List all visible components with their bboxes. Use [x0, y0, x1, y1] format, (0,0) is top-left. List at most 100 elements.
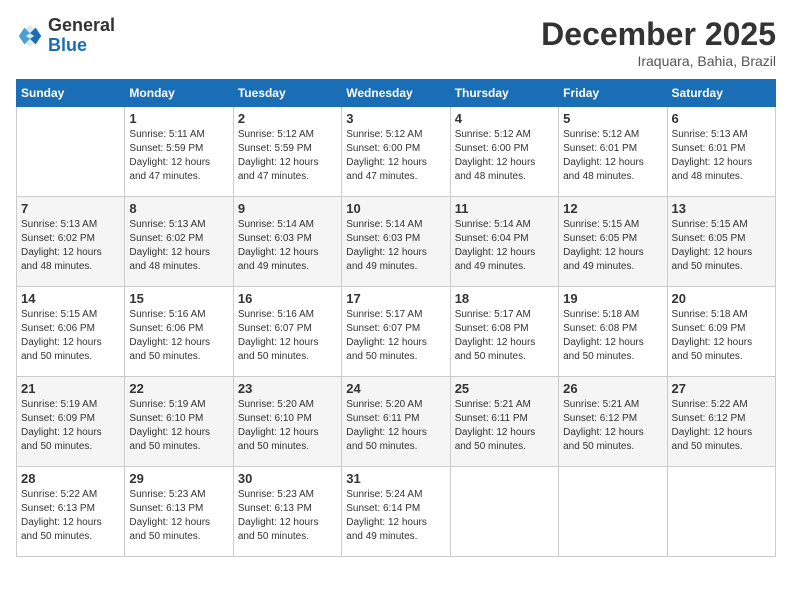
calendar-cell: 28 Sunrise: 5:22 AM Sunset: 6:13 PM Dayli… [17, 467, 125, 557]
calendar-cell: 27 Sunrise: 5:22 AM Sunset: 6:12 PM Dayli… [667, 377, 775, 467]
calendar-cell: 20 Sunrise: 5:18 AM Sunset: 6:09 PM Dayli… [667, 287, 775, 377]
day-number: 14 [21, 291, 120, 306]
day-number: 10 [346, 201, 445, 216]
day-info: Sunrise: 5:12 AM Sunset: 6:01 PM Dayligh… [563, 128, 662, 184]
calendar-table: SundayMondayTuesdayWednesdayThursdayFrid… [16, 79, 776, 557]
day-info: Sunrise: 5:18 AM Sunset: 6:09 PM Dayligh… [672, 308, 771, 364]
day-info: Sunrise: 5:19 AM Sunset: 6:10 PM Dayligh… [129, 398, 228, 454]
calendar-cell: 16 Sunrise: 5:16 AM Sunset: 6:07 PM Dayli… [233, 287, 341, 377]
calendar-week-row: 28 Sunrise: 5:22 AM Sunset: 6:13 PM Dayli… [17, 467, 776, 557]
day-number: 29 [129, 471, 228, 486]
day-number: 21 [21, 381, 120, 396]
day-info: Sunrise: 5:12 AM Sunset: 6:00 PM Dayligh… [455, 128, 554, 184]
calendar-cell: 23 Sunrise: 5:20 AM Sunset: 6:10 PM Dayli… [233, 377, 341, 467]
day-number: 30 [238, 471, 337, 486]
day-info: Sunrise: 5:16 AM Sunset: 6:07 PM Dayligh… [238, 308, 337, 364]
calendar-cell: 5Sunrise: 5:12 AM Sunset: 6:01 PM Daylig… [559, 107, 667, 197]
calendar-week-row: 21 Sunrise: 5:19 AM Sunset: 6:09 PM Dayli… [17, 377, 776, 467]
day-info: Sunrise: 5:13 AM Sunset: 6:01 PM Dayligh… [672, 128, 771, 184]
calendar-cell: 26 Sunrise: 5:21 AM Sunset: 6:12 PM Dayli… [559, 377, 667, 467]
calendar-cell: 22 Sunrise: 5:19 AM Sunset: 6:10 PM Dayli… [125, 377, 233, 467]
day-info: Sunrise: 5:15 AM Sunset: 6:05 PM Dayligh… [563, 218, 662, 274]
day-info: Sunrise: 5:22 AM Sunset: 6:13 PM Dayligh… [21, 488, 120, 544]
day-info: Sunrise: 5:20 AM Sunset: 6:11 PM Dayligh… [346, 398, 445, 454]
calendar-cell [450, 467, 558, 557]
day-info: Sunrise: 5:20 AM Sunset: 6:10 PM Dayligh… [238, 398, 337, 454]
day-number: 18 [455, 291, 554, 306]
day-number: 31 [346, 471, 445, 486]
calendar-cell: 10 Sunrise: 5:14 AM Sunset: 6:03 PM Dayli… [342, 197, 450, 287]
calendar-cell: 11Sunrise: 5:14 AM Sunset: 6:04 PM Dayli… [450, 197, 558, 287]
day-info: Sunrise: 5:14 AM Sunset: 6:03 PM Dayligh… [238, 218, 337, 274]
day-number: 25 [455, 381, 554, 396]
calendar-cell [559, 467, 667, 557]
day-number: 3 [346, 111, 445, 126]
day-number: 16 [238, 291, 337, 306]
day-number: 13 [672, 201, 771, 216]
day-info: Sunrise: 5:23 AM Sunset: 6:13 PM Dayligh… [238, 488, 337, 544]
calendar-cell: 7Sunrise: 5:13 AM Sunset: 6:02 PM Daylig… [17, 197, 125, 287]
day-number: 26 [563, 381, 662, 396]
day-info: Sunrise: 5:24 AM Sunset: 6:14 PM Dayligh… [346, 488, 445, 544]
day-number: 20 [672, 291, 771, 306]
page-header: General Blue December 2025 Iraquara, Bah… [16, 16, 776, 69]
calendar-cell: 30 Sunrise: 5:23 AM Sunset: 6:13 PM Dayli… [233, 467, 341, 557]
calendar-cell: 4 Sunrise: 5:12 AM Sunset: 6:00 PM Daylig… [450, 107, 558, 197]
day-number: 6 [672, 111, 771, 126]
calendar-week-row: 14 Sunrise: 5:15 AM Sunset: 6:06 PM Dayli… [17, 287, 776, 377]
day-number: 17 [346, 291, 445, 306]
weekday-header-thursday: Thursday [450, 80, 558, 107]
calendar-cell: 6 Sunrise: 5:13 AM Sunset: 6:01 PM Daylig… [667, 107, 775, 197]
day-info: Sunrise: 5:22 AM Sunset: 6:12 PM Dayligh… [672, 398, 771, 454]
calendar-cell: 2Sunrise: 5:12 AM Sunset: 5:59 PM Daylig… [233, 107, 341, 197]
calendar-cell: 15 Sunrise: 5:16 AM Sunset: 6:06 PM Dayli… [125, 287, 233, 377]
day-info: Sunrise: 5:14 AM Sunset: 6:03 PM Dayligh… [346, 218, 445, 274]
weekday-header-sunday: Sunday [17, 80, 125, 107]
calendar-header-row: SundayMondayTuesdayWednesdayThursdayFrid… [17, 80, 776, 107]
calendar-cell: 21 Sunrise: 5:19 AM Sunset: 6:09 PM Dayli… [17, 377, 125, 467]
day-number: 4 [455, 111, 554, 126]
calendar-cell: 1Sunrise: 5:11 AM Sunset: 5:59 PM Daylig… [125, 107, 233, 197]
day-info: Sunrise: 5:17 AM Sunset: 6:08 PM Dayligh… [455, 308, 554, 364]
title-block: December 2025 Iraquara, Bahia, Brazil [541, 16, 776, 69]
day-number: 24 [346, 381, 445, 396]
day-info: Sunrise: 5:12 AM Sunset: 5:59 PM Dayligh… [238, 128, 337, 184]
day-info: Sunrise: 5:16 AM Sunset: 6:06 PM Dayligh… [129, 308, 228, 364]
day-info: Sunrise: 5:15 AM Sunset: 6:05 PM Dayligh… [672, 218, 771, 274]
calendar-cell: 3 Sunrise: 5:12 AM Sunset: 6:00 PM Daylig… [342, 107, 450, 197]
logo: General Blue [16, 16, 115, 56]
day-info: Sunrise: 5:23 AM Sunset: 6:13 PM Dayligh… [129, 488, 228, 544]
weekday-header-friday: Friday [559, 80, 667, 107]
calendar-cell: 9Sunrise: 5:14 AM Sunset: 6:03 PM Daylig… [233, 197, 341, 287]
day-number: 23 [238, 381, 337, 396]
calendar-cell: 19 Sunrise: 5:18 AM Sunset: 6:08 PM Dayli… [559, 287, 667, 377]
day-info: Sunrise: 5:17 AM Sunset: 6:07 PM Dayligh… [346, 308, 445, 364]
day-number: 27 [672, 381, 771, 396]
day-number: 19 [563, 291, 662, 306]
day-info: Sunrise: 5:18 AM Sunset: 6:08 PM Dayligh… [563, 308, 662, 364]
calendar-cell: 18 Sunrise: 5:17 AM Sunset: 6:08 PM Dayli… [450, 287, 558, 377]
calendar-cell [667, 467, 775, 557]
day-number: 28 [21, 471, 120, 486]
weekday-header-saturday: Saturday [667, 80, 775, 107]
calendar-cell: 13 Sunrise: 5:15 AM Sunset: 6:05 PM Dayli… [667, 197, 775, 287]
day-number: 12 [563, 201, 662, 216]
logo-icon [16, 22, 44, 50]
logo-general-text: General [48, 15, 115, 35]
weekday-header-monday: Monday [125, 80, 233, 107]
day-info: Sunrise: 5:12 AM Sunset: 6:00 PM Dayligh… [346, 128, 445, 184]
day-info: Sunrise: 5:14 AM Sunset: 6:04 PM Dayligh… [455, 218, 554, 274]
location-text: Iraquara, Bahia, Brazil [541, 53, 776, 69]
calendar-cell: 12 Sunrise: 5:15 AM Sunset: 6:05 PM Dayli… [559, 197, 667, 287]
day-info: Sunrise: 5:21 AM Sunset: 6:11 PM Dayligh… [455, 398, 554, 454]
day-info: Sunrise: 5:19 AM Sunset: 6:09 PM Dayligh… [21, 398, 120, 454]
day-number: 22 [129, 381, 228, 396]
weekday-header-wednesday: Wednesday [342, 80, 450, 107]
day-number: 7 [21, 201, 120, 216]
day-info: Sunrise: 5:15 AM Sunset: 6:06 PM Dayligh… [21, 308, 120, 364]
day-number: 8 [129, 201, 228, 216]
calendar-cell [17, 107, 125, 197]
day-info: Sunrise: 5:21 AM Sunset: 6:12 PM Dayligh… [563, 398, 662, 454]
calendar-cell: 25 Sunrise: 5:21 AM Sunset: 6:11 PM Dayli… [450, 377, 558, 467]
day-number: 15 [129, 291, 228, 306]
